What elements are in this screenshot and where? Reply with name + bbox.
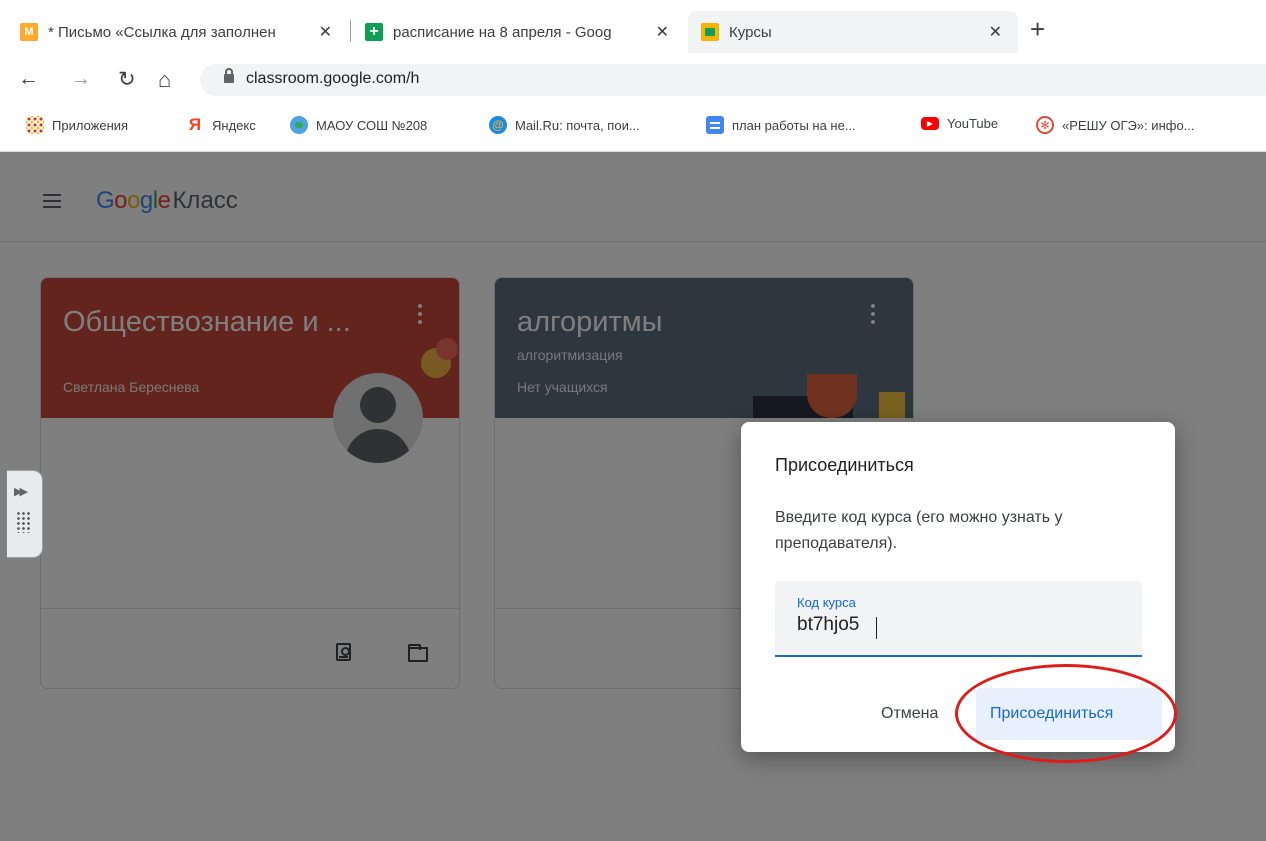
apps-icon [26, 116, 44, 134]
cancel-button[interactable]: Отмена [881, 705, 938, 723]
bookmark-apps[interactable]: Приложения [26, 116, 128, 134]
bookmark-label: «РЕШУ ОГЭ»: инфо... [1062, 117, 1195, 133]
lock-icon [224, 68, 234, 83]
tab-title: * Письмо «Ссылка для заполнен [48, 23, 276, 41]
forward-arrow-icon[interactable]: → [70, 67, 91, 91]
browser-toolbar: ← → ↻ ⌂ classroom.google.com/h [0, 63, 1266, 99]
tab-title: Курсы [729, 23, 772, 41]
reshu-icon: ✻ [1036, 116, 1054, 134]
grip-icon [16, 511, 30, 533]
docs-icon [706, 116, 724, 134]
bookmark-yandex[interactable]: Я Яндекс [186, 115, 256, 134]
text-cursor [876, 617, 877, 639]
dialog-title: Присоединиться [775, 455, 914, 475]
bookmark-label: YouTube [947, 116, 999, 131]
close-tab-icon[interactable]: ✕ [989, 22, 1002, 42]
bookmark-reshu[interactable]: ✻ «РЕШУ ОГЭ»: инфо... [1036, 116, 1195, 134]
bookmarks-bar: Приложения Я Яндекс МАОУ СОШ №208 @ Mail… [0, 99, 1266, 152]
reload-icon[interactable]: ↻ [118, 67, 136, 92]
new-tab-button[interactable]: + [1030, 14, 1045, 45]
back-arrow-icon[interactable]: ← [18, 67, 39, 91]
url-text: classroom.google.com/h [246, 70, 420, 87]
mailru-icon: @ [489, 116, 507, 134]
class-code-input[interactable] [797, 614, 1117, 636]
mail-favicon-icon: M [20, 23, 38, 41]
double-chevron-icon: ▶▶ [14, 486, 28, 498]
dialog-description: Введите код курса (его можно узнать у пр… [775, 509, 1063, 552]
tab-sheets[interactable]: + расписание на 8 апреля - Goog ✕ [365, 11, 677, 53]
bookmark-label: МАОУ СОШ №208 [316, 117, 428, 133]
join-button[interactable]: Присоединиться [976, 688, 1162, 740]
browser-tabstrip: M * Письмо «Ссылка для заполнен ✕ + расп… [0, 0, 1266, 63]
tab-title: расписание на 8 апреля - Goog [393, 23, 612, 41]
address-bar[interactable]: classroom.google.com/h [200, 64, 1266, 96]
yandex-icon: Я [188, 115, 202, 134]
tab-mail[interactable]: M * Письмо «Ссылка для заполнен ✕ [20, 11, 340, 53]
tab-separator [350, 20, 351, 42]
side-panel-handle[interactable]: ▶▶ [7, 470, 43, 558]
bookmark-youtube[interactable]: ▶ YouTube [921, 116, 998, 131]
bookmark-docs[interactable]: план работы на не... [706, 116, 856, 134]
bookmark-label: план работы на не... [732, 117, 856, 133]
class-code-field[interactable]: Код курса [775, 581, 1142, 657]
join-class-dialog: Присоединиться Введите код курса (его мо… [741, 422, 1175, 752]
globe-icon [290, 116, 308, 134]
classroom-favicon-icon [701, 23, 719, 41]
bookmark-mailru[interactable]: @ Mail.Ru: почта, пои... [489, 116, 640, 134]
sheets-favicon-icon: + [365, 23, 383, 41]
close-tab-icon[interactable]: ✕ [656, 22, 669, 42]
youtube-icon: ▶ [921, 117, 939, 130]
bookmark-school[interactable]: МАОУ СОШ №208 [290, 116, 427, 134]
classroom-page: GoogleКласс Обществознание и ... Светлан… [0, 152, 1266, 841]
close-tab-icon[interactable]: ✕ [319, 22, 332, 42]
field-label: Код курса [797, 595, 856, 610]
tab-classroom[interactable]: Курсы ✕ [688, 11, 1018, 53]
home-icon[interactable]: ⌂ [158, 67, 171, 93]
bookmark-label: Приложения [52, 117, 129, 133]
bookmark-label: Mail.Ru: почта, пои... [515, 117, 640, 133]
bookmark-label: Яндекс [212, 117, 256, 133]
